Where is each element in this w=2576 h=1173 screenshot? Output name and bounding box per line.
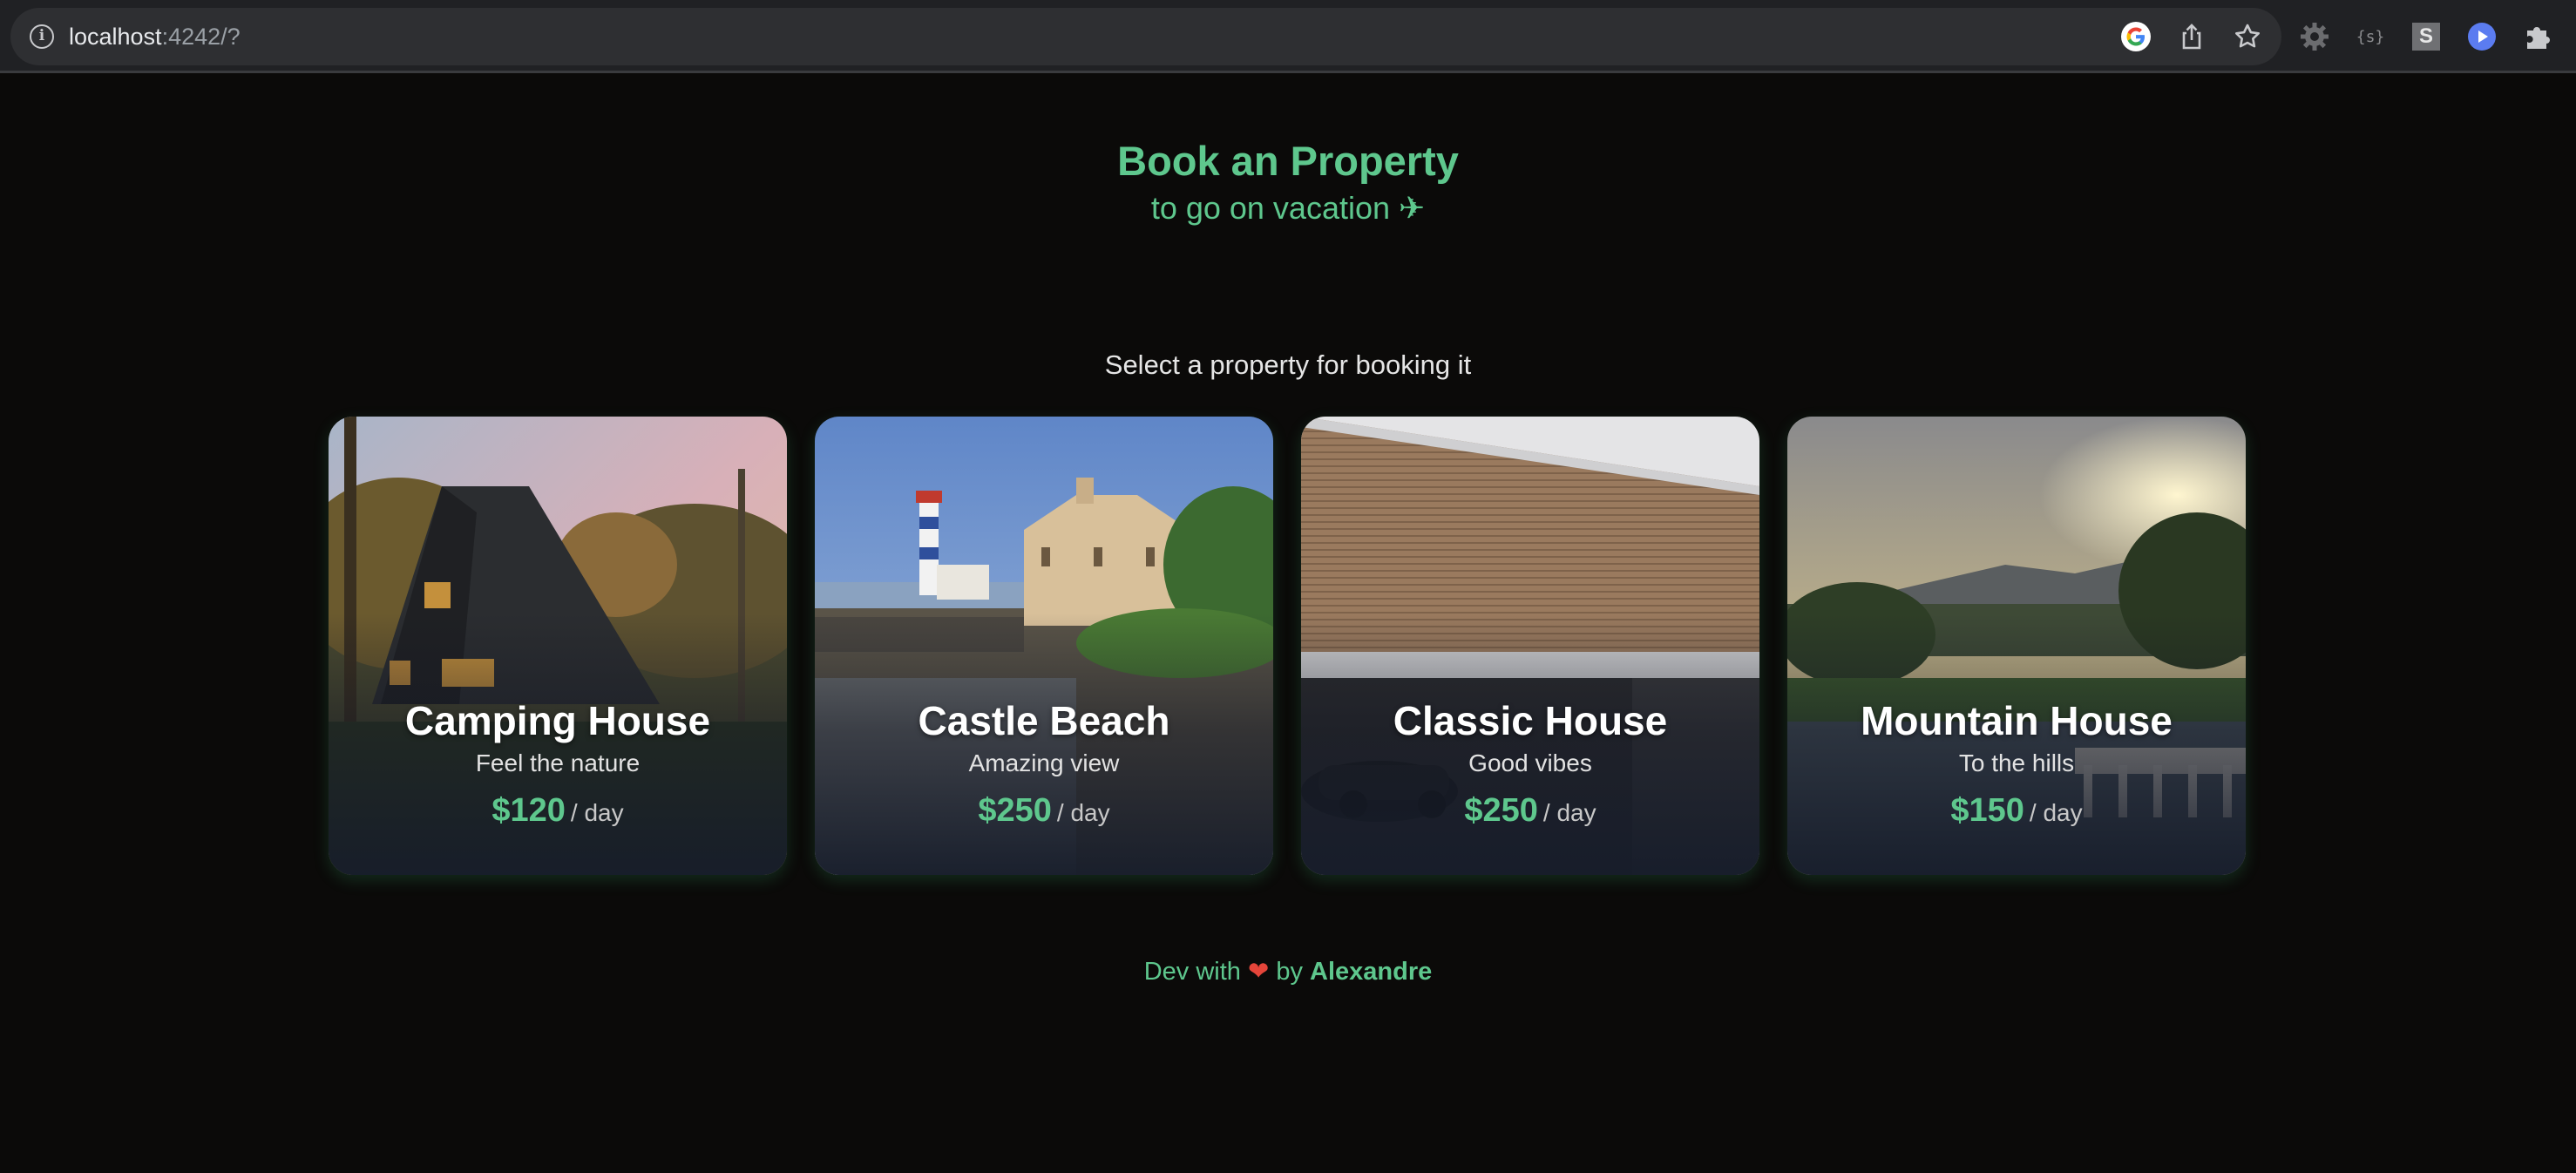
property-name: Classic House xyxy=(1393,698,1668,743)
bookmark-star-icon[interactable] xyxy=(2229,18,2266,55)
s-extension-icon[interactable]: S xyxy=(2409,19,2444,54)
footer-by: by xyxy=(1276,958,1303,986)
property-name: Mountain House xyxy=(1861,698,2173,743)
site-info-icon[interactable]: i xyxy=(30,24,54,49)
property-card-mountain-house[interactable]: Mountain House To the hills $150/ day xyxy=(1787,417,2246,875)
property-price: $150 xyxy=(1950,792,2024,829)
json-extension-icon[interactable]: {s} xyxy=(2353,19,2388,54)
price-unit: / day xyxy=(1542,799,1596,826)
price-unit: / day xyxy=(1056,799,1110,826)
page-heading: Book an Property to go on vacation ✈ xyxy=(0,135,2576,229)
property-description: Amazing view xyxy=(968,749,1120,776)
google-icon[interactable] xyxy=(2118,18,2154,55)
property-price: $250 xyxy=(1464,792,1538,829)
property-card-castle-beach[interactable]: Castle Beach Amazing view $250/ day xyxy=(815,417,1273,875)
property-description: To the hills xyxy=(1958,749,2075,776)
url-host: localhost xyxy=(69,24,162,50)
url-path: :4242/? xyxy=(161,24,241,50)
address-bar[interactable]: i localhost:4242/? xyxy=(10,8,2281,65)
price-unit: / day xyxy=(570,799,624,826)
property-list: Camping House Feel the nature $120/ day xyxy=(329,417,2246,875)
share-icon[interactable] xyxy=(2173,18,2210,55)
property-price: $120 xyxy=(491,792,566,829)
puzzle-extensions-icon[interactable] xyxy=(2520,19,2555,54)
property-name: Castle Beach xyxy=(918,698,1170,743)
price-unit: / day xyxy=(2029,799,2083,826)
browser-toolbar: i localhost:4242/? {s} S xyxy=(0,0,2576,73)
property-price: $250 xyxy=(978,792,1052,829)
gear-extension-icon[interactable] xyxy=(2297,19,2332,54)
play-extension-icon[interactable] xyxy=(2464,19,2499,54)
instruction-text: Select a property for booking it xyxy=(1104,349,1472,380)
page-subtitle: to go on vacation ✈ xyxy=(1150,190,1426,226)
url-text[interactable]: localhost:4242/? xyxy=(69,24,241,50)
property-description: Good vibes xyxy=(1468,749,1592,776)
footer-prefix: Dev with xyxy=(1143,958,1241,986)
heart-icon: ❤ xyxy=(1247,958,1270,986)
property-card-classic-house[interactable]: Classic House Good vibes $250/ day xyxy=(1301,417,1759,875)
author-name[interactable]: Alexandre xyxy=(1310,958,1432,986)
page-content: Book an Property to go on vacation ✈ Sel… xyxy=(0,76,2576,1173)
property-name: Camping House xyxy=(404,698,711,743)
property-card-camping-house[interactable]: Camping House Feel the nature $120/ day xyxy=(329,417,787,875)
page-title: Book an Property xyxy=(1117,138,1459,184)
footer: Dev with ❤ by Alexandre xyxy=(0,954,2576,989)
property-description: Feel the nature xyxy=(475,749,641,776)
